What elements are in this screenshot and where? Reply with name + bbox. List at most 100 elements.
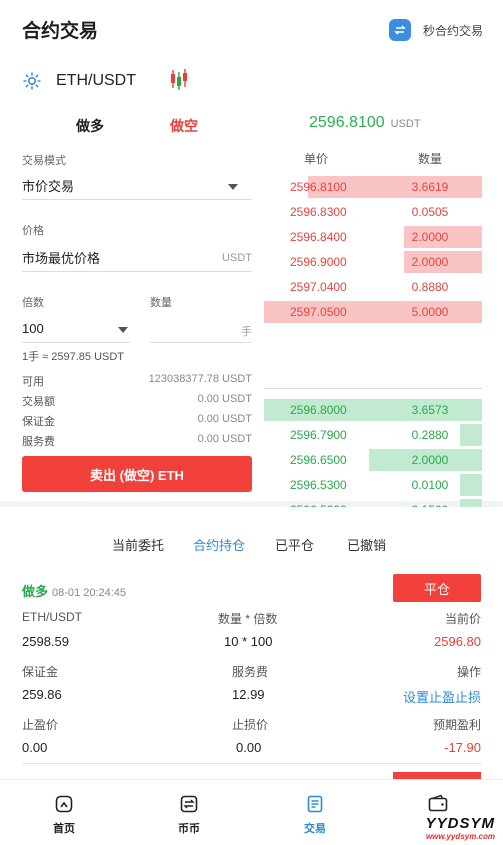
ask-row[interactable]: 2596.8400 2.0000: [264, 226, 482, 248]
available-label: 可用: [22, 376, 44, 388]
trade-panel: ETH/USDT 做多 做空 2596.8100 USDT 交易模式 市价交易 价…: [0, 56, 503, 546]
book-qty: 2.0000: [411, 453, 449, 467]
book-qty: 3.6573: [411, 403, 449, 417]
volume-value: 0.00 USDT: [197, 393, 252, 405]
nav-spot-label: 币币: [178, 823, 200, 835]
tab-short[interactable]: 做空: [170, 116, 198, 136]
page-title: 合约交易: [22, 21, 99, 42]
book-qty: 2.0000: [411, 230, 449, 244]
fee-label: 服务费: [232, 665, 269, 679]
pair-selector[interactable]: ETH/USDT: [22, 70, 136, 92]
tab-closed[interactable]: 已平仓: [275, 535, 314, 554]
chevron-down-icon: [228, 184, 238, 190]
qty-input[interactable]: 手: [150, 315, 252, 343]
book-qty: 2.0000: [411, 255, 449, 269]
book-price: 2596.8100: [290, 180, 347, 194]
book-price: 2596.8300: [290, 205, 347, 219]
leverage-value: 100: [22, 321, 44, 336]
set-tp-sl-link[interactable]: 设置止盈止损: [403, 687, 481, 706]
nav-trade[interactable]: 交易: [275, 794, 355, 836]
book-qty: 0.2880: [411, 428, 449, 442]
swap-icon: [388, 19, 411, 41]
qty-label: 数量: [150, 297, 172, 309]
second-contract-link[interactable]: 秒合约交易: [388, 19, 483, 41]
price-unit: USDT: [222, 252, 252, 264]
bid-row[interactable]: 2596.8000 3.6573: [264, 399, 482, 421]
margin-row: 保证金 0.00 USDT: [22, 413, 252, 429]
book-price: 2596.8400: [290, 230, 347, 244]
book-divider: [264, 388, 482, 389]
bid-row[interactable]: 2596.7900 0.2880: [264, 424, 482, 446]
trade-mode-select[interactable]: 市价交易: [22, 172, 252, 200]
bid-row[interactable]: 2596.5300 0.0100: [264, 474, 482, 496]
position-divider: [22, 763, 482, 764]
current-price-label: 当前价: [444, 612, 481, 626]
last-price-unit: USDT: [390, 118, 421, 130]
ask-row[interactable]: 2596.8100 3.6619: [264, 176, 482, 198]
tab-long[interactable]: 做多: [76, 116, 104, 136]
fee-row: 服务费 0.00 USDT: [22, 433, 252, 449]
candlestick-chart-icon[interactable]: [168, 68, 190, 92]
bottom-nav: 首页 币币 交易 YYDSYM www.yydsym.com: [0, 779, 503, 845]
book-qty: 0.8880: [411, 280, 449, 294]
positions-panel: 当前委托 合约持仓 已平仓 已撤销 做多 08-01 20:24:45 平仓 ET…: [0, 507, 503, 780]
stop-loss-label: 止损价: [232, 718, 269, 732]
tab-cancelled[interactable]: 已撤销: [347, 535, 386, 554]
expected-profit-label: 预期盈利: [432, 718, 481, 732]
book-qty: 0.0505: [411, 205, 449, 219]
fee-value: 0.00 USDT: [197, 433, 252, 445]
nav-trade-label: 交易: [304, 823, 326, 835]
bid-row[interactable]: 2596.6500 2.0000: [264, 449, 482, 471]
watermark-main: YYDSYM: [425, 815, 495, 832]
open-price-value: 2598.59: [22, 634, 69, 649]
margin-label: 保证金: [22, 416, 55, 428]
position-direction: 做多: [22, 584, 49, 599]
qty-leverage-label: 数量 * 倍数: [218, 612, 278, 626]
fee-value: 12.99: [232, 687, 265, 702]
leverage-label: 倍数: [22, 297, 44, 309]
qty-unit: 手: [241, 326, 252, 338]
top-bar: 合约交易 秒合约交易: [0, 0, 503, 56]
volume-label: 交易额: [22, 396, 55, 408]
book-price: 2596.6500: [290, 453, 347, 467]
leverage-select[interactable]: 100: [22, 315, 130, 343]
volume-row: 交易额 0.00 USDT: [22, 393, 252, 409]
depth-bar: [460, 474, 482, 496]
lot-info: 1手 ≈ 2597.85 USDT: [22, 351, 125, 363]
book-price: 2596.7900: [290, 428, 347, 442]
book-qty: 5.0000: [411, 305, 449, 319]
book-price: 2596.9000: [290, 255, 347, 269]
last-price-value: 2596.8100: [309, 114, 385, 131]
watermark: YYDSYM www.yydsym.com: [426, 815, 495, 841]
qty-leverage-value: 10 * 100: [224, 634, 273, 649]
book-qty: 0.0100: [411, 478, 449, 492]
book-qty-header: 数量: [418, 152, 443, 166]
price-field[interactable]: 市场最优价格 USDT: [22, 244, 252, 272]
position-time: 08-01 20:24:45: [52, 587, 127, 599]
close-position-button[interactable]: 平仓: [393, 574, 481, 602]
take-profit-value: 0.00: [22, 740, 48, 755]
expected-profit-value: -17.90: [444, 740, 481, 755]
chevron-down-icon: [118, 327, 128, 333]
margin-value: 0.00 USDT: [197, 413, 252, 425]
book-price: 2596.8000: [290, 403, 347, 417]
second-contract-label: 秒合约交易: [422, 23, 483, 38]
ask-row[interactable]: 2597.0400 0.8880: [264, 276, 482, 298]
ask-row[interactable]: 2596.8300 0.0505: [264, 201, 482, 223]
action-label: 操作: [456, 665, 481, 679]
trade-mode-value: 市价交易: [22, 179, 75, 194]
ask-row[interactable]: 2596.9000 2.0000: [264, 251, 482, 273]
stop-loss-value: 0.00: [236, 740, 262, 755]
nav-spot[interactable]: 币币: [149, 794, 229, 836]
sell-short-button[interactable]: 卖出 (做空) ETH: [22, 456, 252, 492]
book-qty: 3.6619: [411, 180, 449, 194]
ask-row[interactable]: 2597.0500 5.0000: [264, 301, 482, 323]
nav-home[interactable]: 首页: [24, 794, 104, 836]
price-value: 市场最优价格: [22, 251, 101, 266]
tab-positions[interactable]: 合约持仓: [193, 535, 245, 554]
watermark-sub: www.yydsym.com: [425, 832, 495, 841]
depth-bar: [460, 424, 482, 446]
book-price: 2597.0500: [290, 305, 347, 319]
tab-current-orders[interactable]: 当前委托: [112, 535, 164, 554]
trade-mode-label: 交易模式: [22, 155, 66, 167]
